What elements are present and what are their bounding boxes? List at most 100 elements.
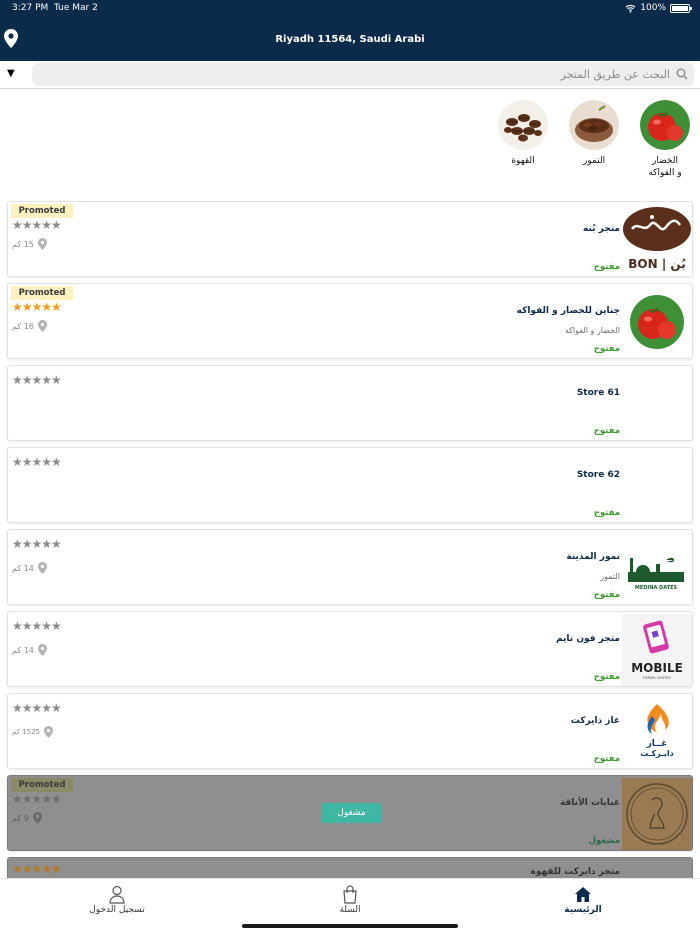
search-row: ▼ البحث عن طريق المتجر bbox=[0, 61, 700, 89]
store-name: متجر بُنه bbox=[583, 224, 620, 234]
distance-text: 14 كم bbox=[12, 563, 34, 573]
store-name: Store 62 bbox=[576, 470, 620, 480]
gas-direct-logo: غــاز دايـركـت bbox=[622, 696, 692, 768]
store-status: مفتوح bbox=[593, 754, 620, 764]
tomato-image bbox=[640, 100, 690, 150]
store-status: مفتوح bbox=[593, 672, 620, 682]
distance-text: 16 كم bbox=[12, 321, 34, 331]
store-status: مشغول bbox=[588, 836, 620, 846]
location-header[interactable]: Riyadh 11564, Saudi Arabi bbox=[0, 17, 700, 61]
madina-dates-logo: MEDINA DATES bbox=[622, 532, 692, 604]
tab-cart-label: السلة bbox=[339, 905, 361, 915]
distance-pin-icon bbox=[44, 726, 54, 738]
distance-text: 9 كم bbox=[12, 813, 29, 823]
promoted-badge: Promoted bbox=[11, 286, 73, 300]
distance-pin-icon bbox=[32, 812, 42, 824]
store-card[interactable]: ★★★★★ Store 61 مفتوح bbox=[7, 365, 693, 441]
rating-stars: ★★★★★ bbox=[12, 218, 62, 232]
category-label: القهوة bbox=[511, 156, 535, 166]
distance-pin-icon bbox=[37, 320, 47, 332]
distance: 9 كم bbox=[12, 812, 42, 824]
store-status: مفتوح bbox=[593, 590, 620, 600]
category-label: الخضار bbox=[652, 156, 678, 166]
abaya-logo bbox=[622, 778, 692, 850]
promoted-badge: Promoted bbox=[11, 204, 73, 218]
rating-stars: ★★★★★ bbox=[12, 455, 62, 469]
status-right: 100% bbox=[625, 3, 692, 13]
bon-logo: BON | بُن bbox=[622, 204, 692, 276]
gas-logo-subtext: دايـركـت bbox=[640, 749, 673, 758]
coffee-beans-image bbox=[498, 100, 548, 150]
store-card[interactable]: ★★★★★ 14 كم تمور المدينة التمور مفتوح ME… bbox=[7, 529, 693, 605]
distance-text: 15 كم bbox=[12, 239, 34, 249]
distance: 1525 كم bbox=[12, 726, 54, 738]
rating-stars: ★★★★★ bbox=[12, 300, 62, 314]
category-dates[interactable]: التمور bbox=[563, 100, 625, 167]
rating-stars: ★★★★★ bbox=[12, 701, 62, 715]
category-vegetables[interactable]: الخضار و الفواكه bbox=[634, 100, 696, 179]
store-name: Store 61 bbox=[576, 388, 620, 398]
tomato-logo bbox=[622, 286, 692, 358]
store-name: غاز دايركت bbox=[570, 716, 620, 726]
status-bar: 3:27 PM Tue Mar 2 100% bbox=[0, 0, 700, 17]
search-placeholder: البحث عن طريق المتجر bbox=[560, 68, 670, 81]
store-status: مفتوح bbox=[593, 508, 620, 518]
category-label: التمور bbox=[582, 156, 606, 166]
home-indicator bbox=[242, 924, 458, 928]
distance: 14 كم bbox=[12, 562, 47, 574]
rating-stars: ★★★★★ bbox=[12, 373, 62, 387]
distance: 14 كم bbox=[12, 644, 47, 656]
tab-home-label: الرئيسية bbox=[564, 905, 602, 915]
rating-stars: ★★★★★ bbox=[12, 792, 62, 806]
store-name: عبايات الأناقة bbox=[559, 798, 620, 808]
mobile-logo-subtext: REPAIR CENTER bbox=[643, 676, 671, 680]
distance: 16 كم bbox=[12, 320, 47, 332]
current-location[interactable]: Riyadh 11564, Saudi Arabi bbox=[0, 34, 700, 45]
store-category: التمور bbox=[600, 572, 620, 581]
rating-stars: ★★★★★ bbox=[12, 619, 62, 633]
category-strip: الخضار و الفواكه التمور القهوة bbox=[0, 100, 700, 192]
distance-pin-icon bbox=[37, 238, 47, 250]
status-time: 3:27 PM Tue Mar 2 bbox=[12, 3, 98, 13]
bon-logo-text: BON | بُن bbox=[628, 257, 685, 271]
store-search-input[interactable]: البحث عن طريق المتجر bbox=[32, 63, 694, 86]
distance-pin-icon bbox=[37, 562, 47, 574]
search-icon bbox=[676, 68, 688, 80]
category-coffee[interactable]: القهوة bbox=[492, 100, 554, 167]
promoted-badge: Promoted bbox=[11, 778, 73, 792]
store-name: جناين للخضار و الفواكه bbox=[516, 306, 620, 316]
mobile-repair-logo: MOBILE REPAIR CENTER bbox=[622, 614, 692, 686]
tab-login-label: تسجيل الدخول bbox=[89, 905, 145, 915]
mobile-logo-text: MOBILE bbox=[631, 661, 683, 675]
tab-login[interactable]: تسجيل الدخول bbox=[57, 883, 177, 915]
tab-cart[interactable]: السلة bbox=[290, 883, 410, 915]
store-card-partial[interactable]: ★★★★★ متجر دايركت للقهوة bbox=[7, 857, 693, 879]
battery-percent: 100% bbox=[640, 3, 666, 13]
store-status: مفتوح bbox=[593, 344, 620, 354]
distance-text: 1525 كم bbox=[12, 728, 41, 736]
distance: 15 كم bbox=[12, 238, 47, 250]
home-icon bbox=[575, 886, 591, 902]
store-card[interactable]: Promoted ★★★★★ 15 كم متجر بُنه مفتوح BON… bbox=[7, 201, 693, 277]
category-label-line2: و الفواكه bbox=[648, 168, 682, 178]
user-icon bbox=[109, 885, 125, 904]
store-status: مفتوح bbox=[593, 262, 620, 272]
madina-logo-text: MEDINA DATES bbox=[635, 585, 678, 591]
store-card-busy[interactable]: Promoted ★★★★★ 9 كم مشغول عبايات الأناقة… bbox=[7, 775, 693, 851]
gas-logo-text: غــاز bbox=[646, 739, 668, 749]
busy-badge: مشغول bbox=[321, 803, 382, 823]
store-card[interactable]: ★★★★★ 14 كم متجر فون تايم مفتوح MOBILE RE… bbox=[7, 611, 693, 687]
store-card[interactable]: ★★★★★ 1525 كم غاز دايركت مفتوح غــاز دايـ… bbox=[7, 693, 693, 769]
store-name: متجر دايركت للقهوة bbox=[530, 867, 620, 877]
distance-pin-icon bbox=[37, 644, 47, 656]
store-name: تمور المدينة bbox=[566, 552, 620, 562]
battery-icon bbox=[670, 3, 692, 13]
bag-icon bbox=[343, 884, 357, 904]
filter-dropdown-icon[interactable]: ▼ bbox=[7, 68, 15, 79]
wifi-icon bbox=[625, 4, 636, 13]
store-card[interactable]: Promoted ★★★★★ 16 كم جناين للخضار و الفو… bbox=[7, 283, 693, 359]
tab-home[interactable]: الرئيسية bbox=[523, 883, 643, 915]
store-name: متجر فون تايم bbox=[555, 634, 620, 644]
rating-stars: ★★★★★ bbox=[12, 862, 62, 876]
store-card[interactable]: ★★★★★ Store 62 مفتوح bbox=[7, 447, 693, 523]
